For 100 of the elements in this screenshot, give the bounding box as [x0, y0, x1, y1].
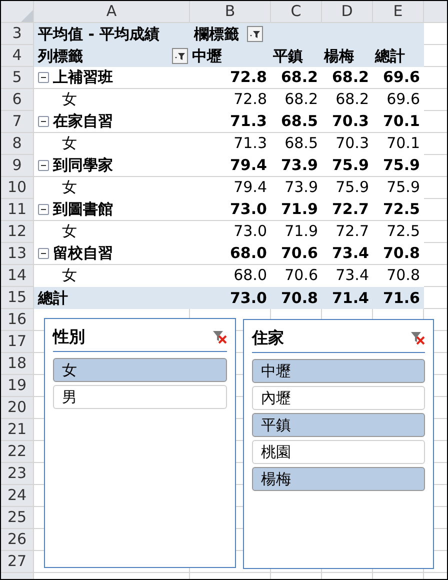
collapse-icon[interactable] [38, 116, 49, 127]
row-number: 14 [1, 265, 34, 287]
table-cell: 留校自習 [53, 243, 113, 264]
table-cell: 平均值 - 平均成績 [34, 23, 190, 45]
table-cell: 70.8 [271, 287, 322, 309]
table-cell: 75.9 [322, 177, 373, 199]
row-number: 7 [1, 111, 34, 133]
row-number: 21 [1, 419, 34, 441]
slicer-item[interactable]: 中壢 [252, 359, 425, 383]
table-cell-text: 女 [61, 133, 77, 154]
collapse-icon[interactable] [38, 204, 49, 215]
table-cell: 71.6 [373, 287, 424, 309]
table-cell: 75.9 [322, 155, 373, 177]
slicer-title: 住家 [252, 328, 284, 348]
column-header[interactable]: D [322, 1, 373, 23]
table-cell: 70.1 [373, 133, 424, 155]
table-cell: 75.9 [373, 177, 424, 199]
row-number: 24 [1, 485, 34, 507]
row-number: 27 [1, 551, 34, 573]
table-cell: 70.3 [322, 111, 373, 133]
table-cell-text: 女 [61, 89, 77, 110]
table-cell: 70.8 [373, 243, 424, 265]
table-cell: 總計 [373, 45, 424, 67]
table-cell: 73.0 [190, 287, 271, 309]
table-cell: 70.1 [373, 111, 424, 133]
row-number: 5 [1, 67, 34, 89]
table-cell: 70.6 [271, 243, 322, 265]
table-cell-text: 總計 [38, 288, 68, 309]
table-cell: 71.9 [271, 221, 322, 243]
slicer-item[interactable]: 男 [53, 385, 227, 409]
table-cell: 73.0 [190, 199, 271, 221]
table-cell: 68.2 [322, 67, 373, 89]
filter-dropdown-icon[interactable] [172, 48, 188, 64]
table-cell-text: 女 [61, 177, 77, 198]
table-cell-text: 女 [61, 221, 77, 242]
table-cell: 楊梅 [322, 45, 373, 67]
slicer-item[interactable]: 內壢 [252, 386, 425, 410]
table-cell: 72.5 [373, 221, 424, 243]
table-cell-text: 女 [61, 265, 77, 286]
table-cell: 73.4 [322, 243, 373, 265]
table-cell: 79.4 [190, 177, 271, 199]
row-number: 26 [1, 529, 34, 551]
row-number: 18 [1, 353, 34, 375]
table-cell: 72.8 [190, 67, 271, 89]
table-cell: 68.5 [271, 111, 322, 133]
row-number: 20 [1, 397, 34, 419]
row-number: 22 [1, 441, 34, 463]
table-cell: 68.2 [271, 67, 322, 89]
row-number: 3 [1, 23, 34, 45]
filter-dropdown-icon[interactable] [247, 26, 263, 42]
collapse-icon[interactable] [38, 160, 49, 171]
row-number: 16 [1, 309, 34, 331]
table-cell: 71.9 [271, 199, 322, 221]
table-cell: 到圖書館 [53, 199, 113, 220]
row-number: 4 [1, 45, 34, 67]
table-cell: 73.9 [271, 177, 322, 199]
slicer-item[interactable]: 桃園 [252, 440, 425, 464]
table-cell: 75.9 [373, 155, 424, 177]
table-cell-text: 列標籤 [38, 46, 83, 67]
row-number: 8 [1, 133, 34, 155]
slicer-item[interactable]: 女 [53, 358, 227, 382]
table-cell: 68.2 [271, 89, 322, 111]
table-cell: 72.8 [190, 89, 271, 111]
row-number: 12 [1, 221, 34, 243]
table-cell: 72.7 [322, 221, 373, 243]
table-cell: 上補習班 [53, 67, 113, 88]
slicer-item[interactable]: 楊梅 [252, 467, 425, 491]
clear-filter-icon[interactable] [411, 332, 425, 344]
slicer-item[interactable]: 平鎮 [252, 413, 425, 437]
slicer-title: 性別 [53, 327, 85, 347]
column-header[interactable]: B [190, 1, 271, 23]
table-cell: 69.6 [373, 89, 424, 111]
row-number: 9 [1, 155, 34, 177]
clear-filter-icon[interactable] [213, 330, 227, 344]
collapse-icon[interactable] [38, 72, 49, 83]
column-header[interactable]: C [271, 1, 322, 23]
collapse-icon[interactable] [38, 248, 49, 259]
table-cell: 73.0 [190, 221, 271, 243]
row-number: 19 [1, 375, 34, 397]
row-number: 10 [1, 177, 34, 199]
row-number: 15 [1, 287, 34, 309]
row-number: 17 [1, 331, 34, 353]
table-cell: 72.5 [373, 199, 424, 221]
table-cell: 68.0 [190, 243, 271, 265]
table-cell: 到同學家 [53, 155, 113, 176]
row-number: 23 [1, 463, 34, 485]
table-cell: 79.4 [190, 155, 271, 177]
row-number: 6 [1, 89, 34, 111]
table-cell: 73.9 [271, 155, 322, 177]
column-header[interactable]: A [34, 1, 190, 23]
column-header[interactable]: E [373, 1, 424, 23]
table-cell: 71.3 [190, 111, 271, 133]
row-number: 11 [1, 199, 34, 221]
table-cell: 71.4 [322, 287, 373, 309]
table-cell: 68.5 [271, 133, 322, 155]
table-cell: 中壢 [190, 45, 271, 67]
table-cell: 在家自習 [53, 111, 113, 132]
table-cell: 72.7 [322, 199, 373, 221]
table-cell: 69.6 [373, 67, 424, 89]
table-cell: 平鎮 [271, 45, 322, 67]
